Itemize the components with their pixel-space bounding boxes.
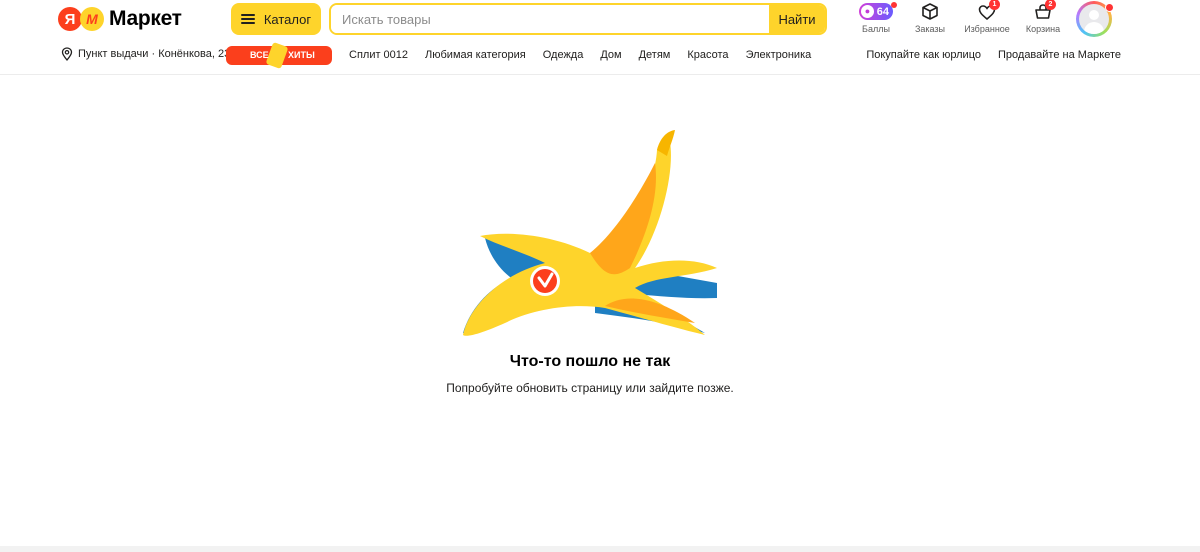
- cart-label: Корзина: [1025, 24, 1061, 34]
- avatar-notification-dot: [1105, 3, 1114, 12]
- favorites-button[interactable]: 1 Избранное: [957, 0, 1017, 38]
- notification-dot: [891, 2, 897, 8]
- search-input[interactable]: [331, 5, 769, 33]
- sub-navigation: Пункт выдачи · Конёнкова, 23 ВСЕ ХИТЫ Сп…: [0, 41, 1200, 70]
- points-icon: ● 64: [854, 2, 898, 22]
- logo-m-icon: M: [80, 7, 104, 31]
- box-icon: [918, 2, 942, 22]
- sell-on-market-link[interactable]: Продавайте на Маркете: [998, 49, 1121, 61]
- search-button[interactable]: Найти: [769, 5, 825, 33]
- pickup-point[interactable]: Пункт выдачи · Конёнкова, 23: [61, 47, 230, 61]
- points-badge: ● 64: [859, 3, 893, 20]
- heart-icon: 1: [975, 0, 1000, 22]
- favorites-label: Избранное: [964, 24, 1010, 34]
- catalog-button[interactable]: Каталог: [231, 3, 321, 35]
- location-pin-icon: [61, 47, 73, 61]
- header: Я M Маркет Каталог Найти ● 64 Баллы: [0, 0, 1200, 75]
- logo-letter: Я: [58, 7, 82, 31]
- nav-link-favorite-category[interactable]: Любимая категория: [425, 49, 526, 61]
- search-bar: Найти: [329, 3, 827, 35]
- menu-icon: [240, 14, 255, 24]
- all-hits-banner[interactable]: ВСЕ ХИТЫ: [226, 41, 332, 70]
- points-label: Баллы: [862, 24, 890, 34]
- points-value: 64: [876, 5, 889, 18]
- nav-link-electronics[interactable]: Электроника: [746, 49, 812, 61]
- nav-link-beauty[interactable]: Красота: [687, 49, 728, 61]
- footer-divider: [0, 546, 1200, 552]
- logo-text: Маркет: [109, 7, 182, 30]
- cart-icon: 2: [1031, 0, 1056, 22]
- hits-left-text: ВСЕ: [250, 50, 269, 60]
- nav-link-kids[interactable]: Детям: [639, 49, 671, 61]
- orders-label: Заказы: [914, 24, 946, 34]
- user-avatar[interactable]: [1076, 1, 1114, 37]
- lightning-icon: [265, 41, 289, 70]
- points-button[interactable]: ● 64 Баллы: [846, 2, 906, 38]
- buy-as-company-link[interactable]: Покупайте как юрлицо: [866, 49, 981, 61]
- banana-peel-illustration: [463, 130, 717, 336]
- pickup-address: Пункт выдачи · Конёнкова, 23: [78, 48, 231, 60]
- business-links: Покупайте как юрлицо Продавайте на Марке…: [849, 49, 1121, 61]
- error-message: Попробуйте обновить страницу или зайдите…: [446, 381, 734, 395]
- orders-button[interactable]: Заказы: [900, 2, 960, 38]
- yandex-market-logo[interactable]: Я M Маркет: [58, 7, 182, 31]
- catalog-label: Каталог: [263, 11, 312, 27]
- nav-link-clothes[interactable]: Одежда: [543, 49, 584, 61]
- hits-right-text: ХИТЫ: [288, 50, 315, 60]
- cart-button[interactable]: 2 Корзина: [1013, 0, 1073, 38]
- nav-link-home[interactable]: Дом: [600, 49, 621, 61]
- error-title: Что-то пошло не так: [509, 353, 671, 370]
- category-links: Сплит 0012 Любимая категория Одежда Дом …: [349, 49, 828, 61]
- nav-link-split[interactable]: Сплит 0012: [349, 49, 408, 61]
